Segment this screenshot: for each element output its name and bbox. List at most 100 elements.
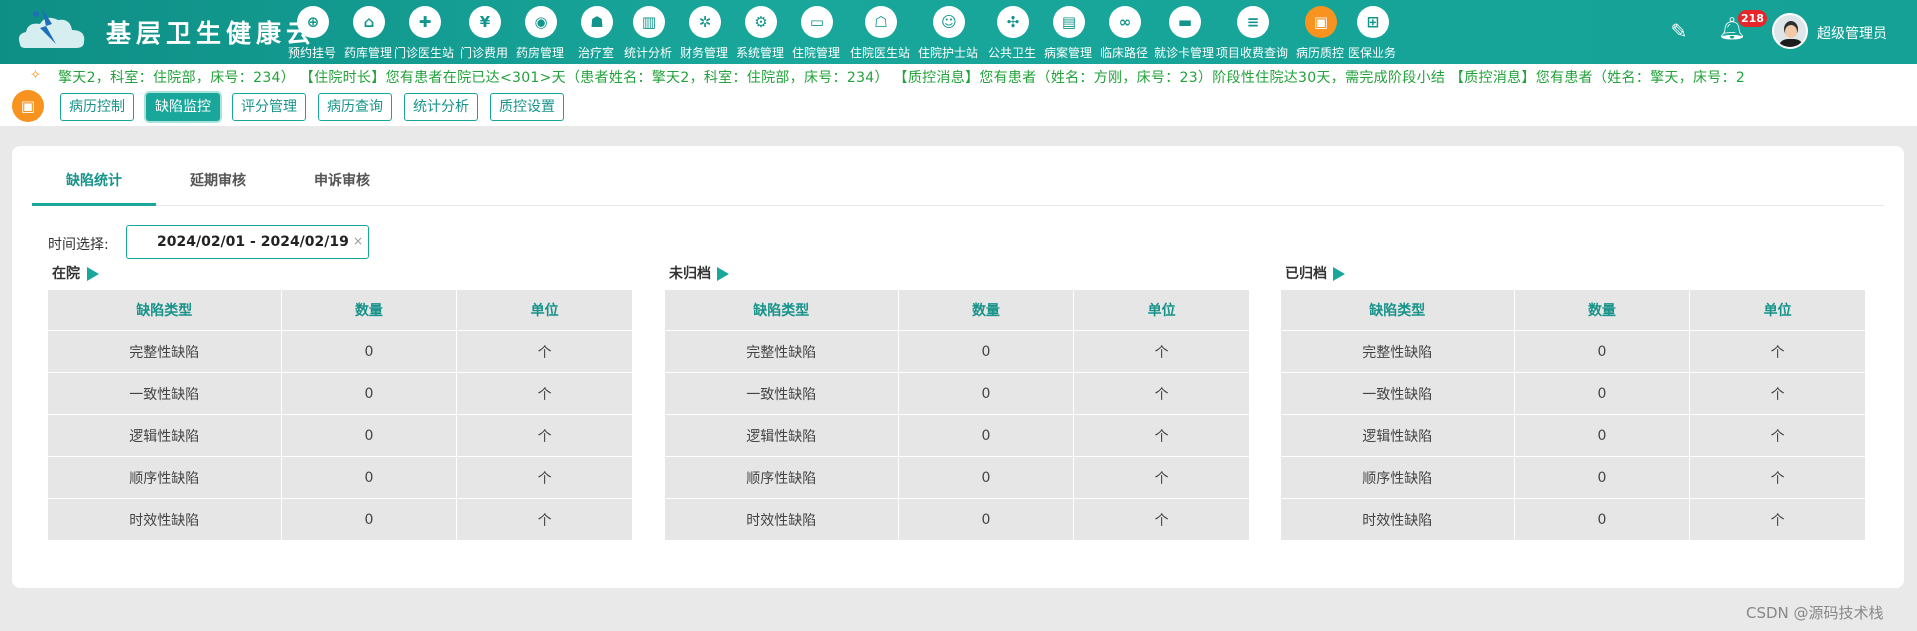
path-icon: ∞ <box>1109 6 1141 38</box>
doctor-card-icon: ☖ <box>865 6 897 38</box>
panel-tab-1[interactable]: 延期审核 <box>156 170 280 206</box>
column-header: 缺陷类型 <box>664 289 899 331</box>
top-header: 基层卫生健康云 ⊕ 预约挂号 ⌂ 药库管理 ✚ 门诊医生站 ¥ 门诊费用 ◉ 药房管理 ☗ 治疗室 ▥ 统… <box>0 0 1917 64</box>
table-cell: 个 <box>1689 456 1866 499</box>
date-range-input[interactable]: 2024/02/01 - 2024/02/19 <box>126 225 369 259</box>
table-row: 一致性缺陷 0 个 <box>1280 372 1866 415</box>
table-cell: 个 <box>456 498 633 541</box>
treatment-icon: ☗ <box>581 6 613 38</box>
insurance-icon: ⊞ <box>1357 6 1389 38</box>
table-cell: 个 <box>1073 330 1250 373</box>
calendar-plus-icon: ⊕ <box>297 6 329 38</box>
subnav-tab-4[interactable]: 统计分析 <box>404 93 478 121</box>
message-ticker: ✧ 擎天2，科室：住院部，床号：234） 【住院时长】您有患者在院已达<301>… <box>0 64 1917 88</box>
nav-item-18[interactable]: ⊞ 医保业务 <box>1337 0 1407 64</box>
avatar[interactable] <box>1772 13 1808 49</box>
table-cell: 0 <box>280 456 458 499</box>
table-cell: 一致性缺陷 <box>47 372 282 415</box>
table-cell: 个 <box>456 414 633 457</box>
section-title: 已归档 <box>1285 266 1327 282</box>
play-arrow-icon[interactable] <box>87 267 99 281</box>
table-row: 逻辑性缺陷 0 个 <box>664 414 1250 457</box>
table-cell: 逻辑性缺陷 <box>664 414 899 457</box>
section-title: 未归档 <box>669 266 711 282</box>
table-cell: 0 <box>280 372 458 415</box>
table-cell: 个 <box>1073 456 1250 499</box>
table-row: 顺序性缺陷 0 个 <box>1280 456 1866 499</box>
panel-tab-2[interactable]: 申诉审核 <box>280 170 404 206</box>
table-cell: 个 <box>1689 372 1866 415</box>
panel-tabs: 缺陷统计 延期审核 申诉审核 <box>32 170 1884 206</box>
column-header: 单位 <box>1689 289 1866 331</box>
fee-search-icon: ≡ <box>1237 6 1269 38</box>
username[interactable]: 超级管理员 <box>1817 23 1887 43</box>
table-row: 一致性缺陷 0 个 <box>47 372 633 415</box>
table-row: 逻辑性缺陷 0 个 <box>1280 414 1866 457</box>
nurse-icon: ☺ <box>933 6 965 38</box>
section-title: 在院 <box>52 266 80 282</box>
table-row: 时效性缺陷 0 个 <box>1280 498 1866 541</box>
table-cell: 0 <box>1513 456 1691 499</box>
table-cell: 完整性缺陷 <box>47 330 282 373</box>
ticker-text[interactable]: 擎天2，科室：住院部，床号：234） 【住院时长】您有患者在院已达<301>天（… <box>58 67 1745 87</box>
table-cell: 逻辑性缺陷 <box>47 414 282 457</box>
table-cell: 顺序性缺陷 <box>47 456 282 499</box>
play-arrow-icon[interactable] <box>717 267 729 281</box>
column-header: 缺陷类型 <box>47 289 282 331</box>
clear-icon[interactable]: × <box>353 234 363 248</box>
table-cell: 完整性缺陷 <box>664 330 899 373</box>
defect-table: 缺陷类型 数量 单位 完整性缺陷 0 个一致性缺陷 0 个逻辑性缺陷 0 个顺序性缺陷 0 个时效性缺… <box>1280 289 1866 541</box>
table-cell: 0 <box>280 498 458 541</box>
gear-money-icon: ✲ <box>689 6 721 38</box>
gear-icon: ⚙ <box>745 6 777 38</box>
subnav-tab-5[interactable]: 质控设置 <box>490 93 564 121</box>
table-row: 完整性缺陷 0 个 <box>1280 330 1866 373</box>
table-cell: 时效性缺陷 <box>664 498 899 541</box>
table-cell: 个 <box>1073 498 1250 541</box>
table-cell: 个 <box>1689 498 1866 541</box>
table-cell: 0 <box>897 498 1075 541</box>
column-header: 单位 <box>456 289 633 331</box>
table-row: 逻辑性缺陷 0 个 <box>47 414 633 457</box>
record-icon: ▤ <box>1053 6 1085 38</box>
table-cell: 个 <box>1073 372 1250 415</box>
panel-tab-0[interactable]: 缺陷统计 <box>32 170 156 206</box>
table-cell: 0 <box>897 330 1075 373</box>
warehouse-icon: ⌂ <box>353 6 385 38</box>
table-cell: 逻辑性缺陷 <box>1280 414 1515 457</box>
table-cell: 0 <box>1513 330 1691 373</box>
column-header: 单位 <box>1073 289 1250 331</box>
column-header: 数量 <box>280 289 458 331</box>
edit-icon[interactable]: ✎ <box>1666 18 1692 44</box>
table-cell: 一致性缺陷 <box>1280 372 1515 415</box>
table-cell: 0 <box>1513 414 1691 457</box>
subnav-tab-3[interactable]: 病历查询 <box>318 93 392 121</box>
table-row: 时效性缺陷 0 个 <box>47 498 633 541</box>
table-cell: 时效性缺陷 <box>1280 498 1515 541</box>
public-health-icon: ✣ <box>997 6 1029 38</box>
subnav-tab-2[interactable]: 评分管理 <box>232 93 306 121</box>
nav-item-label: 医保业务 <box>1347 46 1396 60</box>
table-row: 一致性缺陷 0 个 <box>664 372 1250 415</box>
table-cell: 完整性缺陷 <box>1280 330 1515 373</box>
play-arrow-icon[interactable] <box>1333 267 1345 281</box>
defect-table: 缺陷类型 数量 单位 完整性缺陷 0 个一致性缺陷 0 个逻辑性缺陷 0 个顺序性缺陷 0 个时效性缺… <box>664 289 1250 541</box>
table-cell: 个 <box>456 456 633 499</box>
table-cell: 0 <box>1513 372 1691 415</box>
subnav-tab-0[interactable]: 病历控制 <box>60 93 134 121</box>
date-label: 时间选择: <box>48 237 109 253</box>
watermark: CSDN @源码技术栈 <box>1746 604 1884 622</box>
card-icon: ▬ <box>1169 6 1201 38</box>
module-subnav: ▣ 病历控制 缺陷监控 评分管理 病历查询 统计分析 质控设置 <box>0 88 1917 126</box>
table-row: 完整性缺陷 0 个 <box>47 330 633 373</box>
table-cell: 0 <box>280 330 458 373</box>
subnav-tab-1[interactable]: 缺陷监控 <box>146 93 220 121</box>
table-cell: 个 <box>456 372 633 415</box>
table-row: 顺序性缺陷 0 个 <box>47 456 633 499</box>
quality-control-icon: ▣ <box>1305 6 1337 38</box>
logo-icon <box>18 8 85 48</box>
column-header: 数量 <box>897 289 1075 331</box>
table-cell: 时效性缺陷 <box>47 498 282 541</box>
table-cell: 个 <box>1689 414 1866 457</box>
table-row: 完整性缺陷 0 个 <box>664 330 1250 373</box>
